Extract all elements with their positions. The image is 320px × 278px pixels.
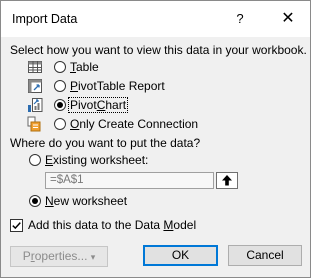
cell-reference-input[interactable]: =$A$1 <box>45 172 214 189</box>
pivotchart-option-label[interactable]: PivotChart <box>67 97 129 113</box>
help-button[interactable]: ? <box>232 9 248 29</box>
table-radio[interactable] <box>54 61 66 73</box>
connection-only-option-label[interactable]: Only Create Connection <box>70 117 198 131</box>
ok-button[interactable]: OK <box>143 245 218 266</box>
dialog-title: Import Data <box>12 12 78 26</box>
connection-only-radio[interactable] <box>54 118 66 130</box>
new-label-rest: ew worksheet <box>53 194 128 208</box>
pivotchart-label-prefix: Pivot <box>70 98 97 112</box>
properties-label-prefix: P <box>22 249 31 263</box>
data-model-label-accesskey: M <box>163 218 174 232</box>
arrow-up-icon <box>222 175 232 186</box>
pivotchart-icon <box>28 98 43 112</box>
location-prompt: Where do you want to put the data? <box>10 136 201 150</box>
dialog-content: Select how you want to view this data in… <box>1 37 310 277</box>
dropdown-arrow-icon: ▾ <box>90 252 96 262</box>
new-worksheet-label[interactable]: New worksheet <box>45 194 127 208</box>
properties-button[interactable]: Properties... ▾ <box>10 246 108 267</box>
import-data-dialog: Import Data ? ✕ Select how you want to v… <box>0 0 311 278</box>
properties-label-rest: operties... <box>34 249 88 263</box>
title-bar: Import Data ? ✕ <box>1 1 310 37</box>
connection-label-accesskey: O <box>70 117 80 131</box>
existing-label-rest: xisting worksheet: <box>53 153 149 167</box>
table-label-rest: able <box>76 60 99 74</box>
connection-icon <box>27 116 41 132</box>
data-model-label-rest: odel <box>173 218 197 232</box>
view-prompt: Select how you want to view this data in… <box>10 43 307 57</box>
cancel-button[interactable]: Cancel <box>228 245 302 266</box>
pivottable-radio[interactable] <box>54 80 66 92</box>
pivotchart-radio[interactable] <box>54 99 66 111</box>
existing-worksheet-radio[interactable] <box>29 154 41 166</box>
checkmark-icon <box>12 222 21 230</box>
pivottable-label-accesskey: P <box>70 79 79 93</box>
data-model-label[interactable]: Add this data to the Data Model <box>28 218 196 232</box>
pivottable-icon <box>28 79 42 93</box>
pivottable-option-label[interactable]: PivotTable Report <box>70 79 165 93</box>
data-model-checkbox[interactable] <box>10 219 23 232</box>
new-label-accesskey: N <box>45 194 54 208</box>
close-button[interactable]: ✕ <box>279 9 297 29</box>
existing-worksheet-label[interactable]: Existing worksheet: <box>45 153 148 167</box>
data-model-label-prefix: Add this data to the Data <box>28 218 164 232</box>
pivottable-label-rest: ivotTable Report <box>78 79 165 93</box>
new-worksheet-radio[interactable] <box>29 195 41 207</box>
table-icon <box>28 61 42 73</box>
pivotchart-label-rest: hart <box>105 98 127 112</box>
existing-label-accesskey: E <box>45 153 54 167</box>
connection-label-rest: nly Create Connection <box>79 117 199 131</box>
collapse-dialog-button[interactable] <box>216 172 238 189</box>
table-option-label[interactable]: Table <box>70 60 99 74</box>
